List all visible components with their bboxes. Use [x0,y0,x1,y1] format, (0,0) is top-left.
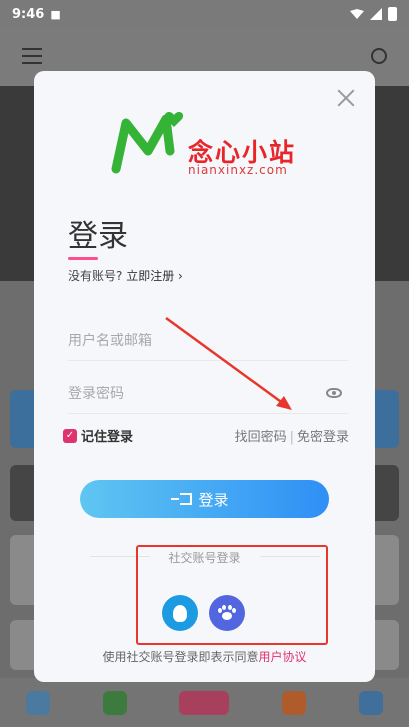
add-icon[interactable] [179,690,230,715]
page-title: 登录 [68,219,128,254]
register-link[interactable]: 立即注册 [126,269,174,283]
agreement-text: 使用社交账号登录即表示同意用户协议 [34,648,375,665]
status-icons [350,7,397,21]
no-account-text: 没有账号? [68,269,123,283]
home-icon[interactable] [26,690,51,715]
auth-links: 找回密码 | 免密登录 [235,426,349,445]
login-icon [171,493,193,505]
eye-icon[interactable] [326,388,342,398]
media-icon: ■ [50,7,61,21]
chevron-right-icon: › [178,269,183,283]
username-input[interactable] [68,332,348,349]
search-icon[interactable] [371,48,387,64]
close-icon[interactable] [337,89,355,107]
signal-icon [370,8,382,20]
status-time: 9:46 [12,6,45,22]
remember-checkbox[interactable]: ✓ [63,428,77,443]
login-button-label: 登录 [198,490,229,509]
username-field [68,321,348,361]
register-prompt: 没有账号? 立即注册 › [68,267,183,284]
login-button[interactable]: 登录 [80,480,329,518]
logo-domain: nianxinxz.com [188,163,288,177]
logo-mark [111,112,184,174]
agreement-prefix: 使用社交账号登录即表示同意 [102,650,259,664]
status-bar: 9:46 ■ [0,0,409,28]
remember-login[interactable]: ✓ 记住登录 [63,426,133,445]
wifi-icon [350,9,364,19]
title-underline [68,257,98,260]
remember-label: 记住登录 [81,430,134,445]
wallet-icon[interactable] [102,690,127,715]
password-input[interactable] [68,385,348,402]
user-agreement-link[interactable]: 用户协议 [259,650,307,664]
bell-icon[interactable] [282,690,307,715]
link-separator: | [289,430,294,445]
user-icon[interactable] [358,690,383,715]
bottom-nav [0,678,409,727]
passwordless-login-link[interactable]: 免密登录 [297,430,349,445]
menu-icon[interactable] [22,48,42,64]
password-field [68,374,348,414]
annotation-box [136,545,328,645]
forgot-password-link[interactable]: 找回密码 [235,430,287,445]
battery-icon [388,7,397,21]
site-logo: 念心小站 nianxinxz.com [108,107,308,187]
